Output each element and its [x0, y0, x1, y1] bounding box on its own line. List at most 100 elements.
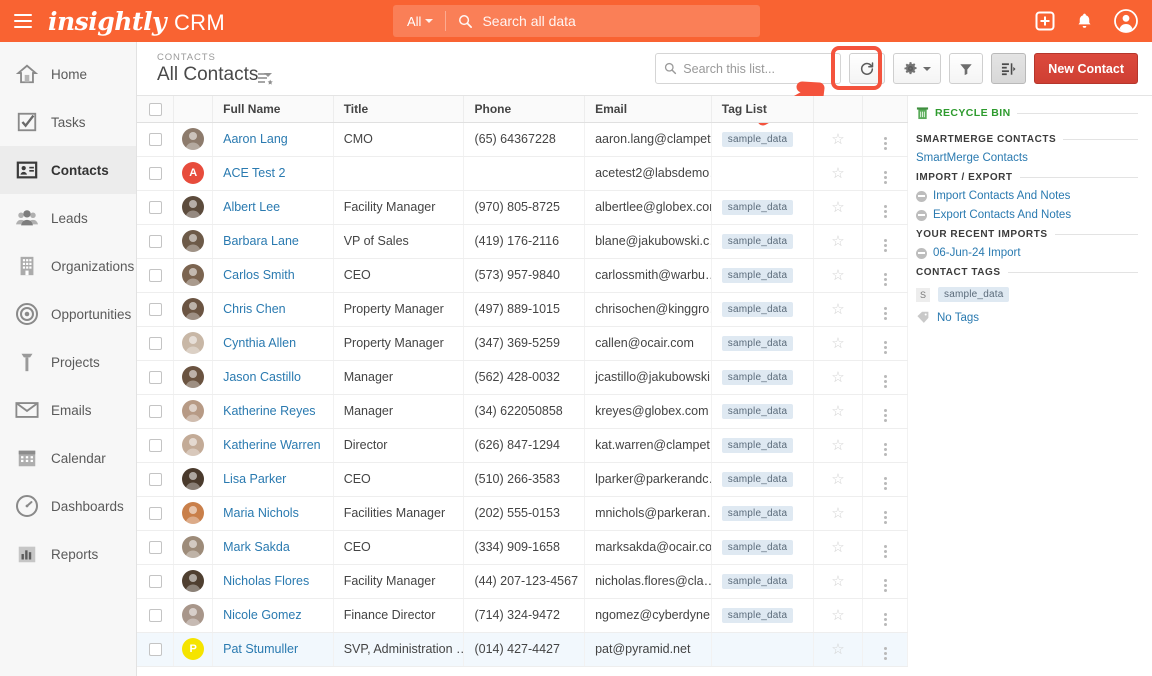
cell-full-name[interactable]: Cynthia Allen — [212, 326, 334, 361]
cell-full-name[interactable]: Barbara Lane — [212, 224, 334, 259]
row-select-cell[interactable] — [137, 632, 175, 667]
table-row[interactable]: Lisa Parker CEO (510) 266-3583 lparker@park… — [137, 462, 908, 497]
cell-row-actions[interactable] — [862, 598, 908, 633]
sidebar-item-tasks[interactable]: Tasks — [0, 98, 136, 146]
kebab-menu-icon[interactable] — [883, 272, 887, 286]
row-select-cell[interactable] — [137, 496, 175, 531]
tag-badge[interactable]: sample_data — [721, 540, 794, 555]
cell-full-name[interactable]: ACE Test 2 — [212, 156, 334, 191]
list-search-box[interactable] — [655, 53, 842, 84]
column-header-email[interactable]: Email — [584, 96, 712, 123]
row-checkbox[interactable] — [148, 371, 162, 385]
global-search-input[interactable] — [473, 13, 760, 29]
contacts-table-container[interactable]: Full Name Title Phone Email Tag List Aar… — [137, 96, 908, 676]
contact-name-link[interactable]: Nicole Gomez — [223, 608, 302, 622]
cell-row-actions[interactable] — [862, 292, 908, 327]
cell-full-name[interactable]: Chris Chen — [212, 292, 334, 327]
star-icon[interactable]: ☆ — [831, 573, 844, 590]
row-checkbox[interactable] — [148, 337, 162, 351]
select-all-checkbox[interactable] — [148, 102, 162, 116]
cell-favorite[interactable]: ☆ — [813, 428, 864, 463]
star-icon[interactable]: ☆ — [831, 131, 844, 148]
contact-name-link[interactable]: Lisa Parker — [223, 472, 286, 486]
sidebar-item-projects[interactable]: Projects — [0, 338, 136, 386]
kebab-menu-icon[interactable] — [883, 136, 887, 150]
contact-name-link[interactable]: Katherine Warren — [223, 438, 321, 452]
cell-row-actions[interactable] — [862, 122, 908, 157]
cell-full-name[interactable]: Aaron Lang — [212, 122, 334, 157]
row-checkbox[interactable] — [148, 405, 162, 419]
cell-full-name[interactable]: Mark Sakda — [212, 530, 334, 565]
row-checkbox[interactable] — [148, 643, 162, 657]
sidebar-item-reports[interactable]: Reports — [0, 530, 136, 578]
table-row[interactable]: P Pat Stumuller SVP, Administration … (014)… — [137, 632, 908, 667]
star-icon[interactable]: ☆ — [831, 199, 844, 216]
smartmerge-contacts-link[interactable]: SmartMerge Contacts — [916, 152, 1138, 164]
cell-row-actions[interactable] — [862, 428, 908, 463]
list-star-icon[interactable] — [257, 72, 275, 91]
cell-favorite[interactable]: ☆ — [813, 530, 864, 565]
cell-row-actions[interactable] — [862, 394, 908, 429]
cell-favorite[interactable]: ☆ — [813, 190, 864, 225]
cell-full-name[interactable]: Nicholas Flores — [212, 564, 334, 599]
cell-favorite[interactable]: ☆ — [813, 632, 864, 667]
contact-name-link[interactable]: Barbara Lane — [223, 234, 299, 248]
column-header-phone[interactable]: Phone — [463, 96, 586, 123]
row-select-cell[interactable] — [137, 122, 175, 157]
sidebar-item-opportunities[interactable]: Opportunities — [0, 290, 136, 338]
select-all-header[interactable] — [137, 96, 175, 123]
cell-row-actions[interactable] — [862, 564, 908, 599]
table-row[interactable]: Chris Chen Property Manager (497) 889-1015… — [137, 292, 908, 327]
star-icon[interactable]: ☆ — [831, 233, 844, 250]
contact-name-link[interactable]: Chris Chen — [223, 302, 286, 316]
cell-favorite[interactable]: ☆ — [813, 122, 864, 157]
contact-name-link[interactable]: Jason Castillo — [223, 370, 301, 384]
row-select-cell[interactable] — [137, 428, 175, 463]
row-select-cell[interactable] — [137, 292, 175, 327]
cell-row-actions[interactable] — [862, 360, 908, 395]
row-checkbox[interactable] — [148, 167, 162, 181]
sidebar-item-emails[interactable]: Emails — [0, 386, 136, 434]
search-scope-dropdown[interactable]: All — [393, 11, 447, 31]
row-select-cell[interactable] — [137, 156, 175, 191]
cell-favorite[interactable]: ☆ — [813, 496, 864, 531]
contact-name-link[interactable]: Albert Lee — [223, 200, 280, 214]
star-icon[interactable]: ☆ — [831, 165, 844, 182]
hamburger-menu-icon[interactable] — [0, 0, 46, 42]
refresh-button[interactable] — [849, 53, 886, 84]
sidebar-item-dashboards[interactable]: Dashboards — [0, 482, 136, 530]
row-select-cell[interactable] — [137, 326, 175, 361]
column-header-tag-list[interactable]: Tag List — [711, 96, 814, 123]
cell-favorite[interactable]: ☆ — [813, 292, 864, 327]
cell-favorite[interactable]: ☆ — [813, 394, 864, 429]
cell-full-name[interactable]: Albert Lee — [212, 190, 334, 225]
column-header-full-name[interactable]: Full Name — [212, 96, 334, 123]
kebab-menu-icon[interactable] — [883, 340, 887, 354]
kebab-menu-icon[interactable] — [883, 442, 887, 456]
sidebar-item-organizations[interactable]: Organizations — [0, 242, 136, 290]
row-checkbox[interactable] — [148, 609, 162, 623]
cell-full-name[interactable]: Pat Stumuller — [212, 632, 334, 667]
cell-favorite[interactable]: ☆ — [813, 156, 864, 191]
row-checkbox[interactable] — [148, 507, 162, 521]
row-select-cell[interactable] — [137, 462, 175, 497]
global-search-bar[interactable]: All — [393, 5, 760, 37]
notifications-bell-icon[interactable] — [1075, 11, 1094, 31]
cell-favorite[interactable]: ☆ — [813, 326, 864, 361]
tag-badge[interactable]: sample_data — [721, 574, 794, 589]
cell-row-actions[interactable] — [862, 224, 908, 259]
tag-badge[interactable]: sample_data — [721, 608, 794, 623]
table-row[interactable]: Jason Castillo Manager (562) 428-0032 jcast… — [137, 360, 908, 395]
cell-favorite[interactable]: ☆ — [813, 598, 864, 633]
tag-badge[interactable]: sample_data — [721, 506, 794, 521]
recent-import-link[interactable]: 06-Jun-24 Import — [916, 247, 1138, 259]
cell-full-name[interactable]: Nicole Gomez — [212, 598, 334, 633]
cell-full-name[interactable]: Katherine Warren — [212, 428, 334, 463]
row-checkbox[interactable] — [148, 439, 162, 453]
table-row[interactable]: Aaron Lang CMO (65) 64367228 aaron.lang@cla… — [137, 122, 908, 157]
recycle-bin-row[interactable]: RECYCLE BIN — [914, 102, 1138, 126]
contact-name-link[interactable]: ACE Test 2 — [223, 166, 285, 180]
row-checkbox[interactable] — [148, 541, 162, 555]
sidebar-item-contacts[interactable]: Contacts — [0, 146, 136, 194]
star-icon[interactable]: ☆ — [831, 471, 844, 488]
